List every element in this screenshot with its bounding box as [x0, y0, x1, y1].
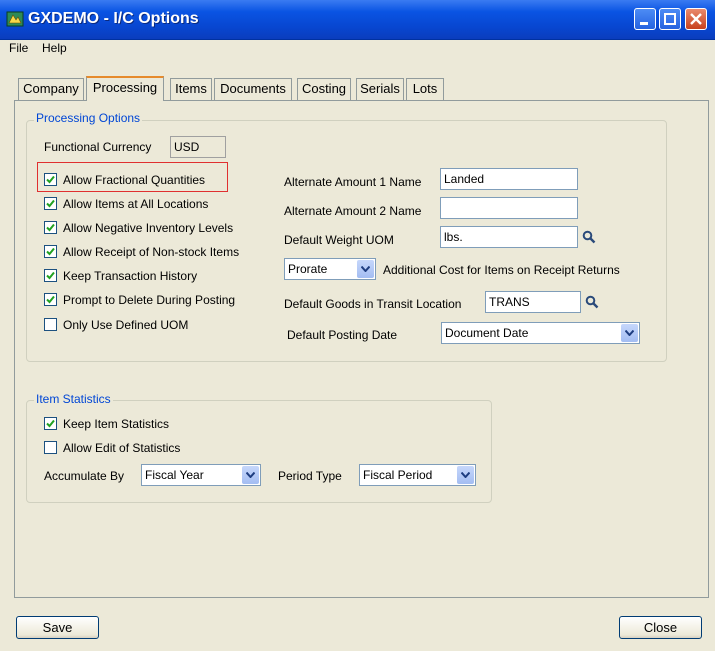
functional-currency-field: USD [170, 136, 226, 158]
additional-cost-select[interactable]: Prorate [284, 258, 376, 280]
prompt-delete-posting-checkbox[interactable] [44, 293, 57, 306]
dropdown-arrow-icon [242, 466, 259, 484]
period-type-label: Period Type [278, 469, 342, 483]
accumulate-by-select[interactable]: Fiscal Year [141, 464, 261, 486]
period-type-select[interactable]: Fiscal Period [359, 464, 476, 486]
allow-edit-statistics-checkbox[interactable] [44, 441, 57, 454]
allow-edit-statistics-label: Allow Edit of Statistics [63, 441, 181, 455]
close-window-button[interactable] [685, 8, 707, 30]
alt-amount-2-label: Alternate Amount 2 Name [284, 204, 422, 218]
dropdown-arrow-icon [357, 260, 374, 278]
only-use-defined-uom-checkbox[interactable] [44, 318, 57, 331]
window-title: GXDEMO - I/C Options [28, 10, 199, 27]
additional-cost-select-value: Prorate [288, 262, 328, 276]
minimize-icon [640, 22, 648, 25]
dropdown-arrow-icon [621, 324, 638, 342]
allow-items-all-locations-checkbox[interactable] [44, 197, 57, 210]
checkmark-icon [46, 271, 55, 280]
posting-date-select-value: Document Date [445, 326, 529, 340]
app-icon [6, 10, 24, 28]
functional-currency-label: Functional Currency [44, 140, 152, 154]
tab-serials[interactable]: Serials [356, 78, 404, 100]
accumulate-by-select-value: Fiscal Year [145, 468, 204, 482]
tab-company[interactable]: Company [18, 78, 84, 100]
alt-amount-1-input[interactable]: Landed [440, 168, 578, 190]
title-bar: GXDEMO - I/C Options [0, 0, 715, 40]
item-statistics-title: Item Statistics [34, 392, 113, 406]
close-button[interactable]: Close [619, 616, 702, 639]
goods-in-transit-input[interactable]: TRANS [485, 291, 581, 313]
checkmark-icon [46, 223, 55, 232]
keep-item-statistics-checkbox[interactable] [44, 417, 57, 430]
alt-amount-1-label: Alternate Amount 1 Name [284, 175, 422, 189]
allow-items-all-locations-label: Allow Items at All Locations [63, 197, 209, 211]
tab-items[interactable]: Items [170, 78, 212, 100]
period-type-select-value: Fiscal Period [363, 468, 433, 482]
tab-processing[interactable]: Processing [86, 76, 164, 101]
keep-transaction-history-checkbox[interactable] [44, 269, 57, 282]
save-button[interactable]: Save [16, 616, 99, 639]
allow-fractional-quantities-checkbox[interactable] [44, 173, 57, 186]
default-weight-uom-input[interactable]: lbs. [440, 226, 578, 248]
allow-negative-inventory-label: Allow Negative Inventory Levels [63, 221, 234, 235]
tab-documents[interactable]: Documents [214, 78, 292, 100]
accumulate-by-label: Accumulate By [44, 469, 125, 483]
prompt-delete-posting-label: Prompt to Delete During Posting [63, 293, 236, 307]
checkmark-icon [46, 175, 55, 184]
menu-bar: File Help [0, 40, 715, 58]
menu-file[interactable]: File [7, 41, 30, 55]
checkmark-icon [46, 419, 55, 428]
default-weight-uom-label: Default Weight UOM [284, 233, 394, 247]
maximize-button[interactable] [659, 8, 681, 30]
alt-amount-2-input[interactable] [440, 197, 578, 219]
tab-lots[interactable]: Lots [406, 78, 444, 100]
goods-in-transit-label: Default Goods in Transit Location [284, 297, 462, 311]
checkmark-icon [46, 199, 55, 208]
magnifier-icon[interactable] [582, 230, 596, 244]
additional-cost-label: Additional Cost for Items on Receipt Ret… [383, 263, 620, 277]
checkmark-icon [46, 295, 55, 304]
dropdown-arrow-icon [457, 466, 474, 484]
keep-item-statistics-label: Keep Item Statistics [63, 417, 170, 431]
minimize-button[interactable] [634, 8, 656, 30]
keep-transaction-history-label: Keep Transaction History [63, 269, 198, 283]
allow-receipt-nonstock-label: Allow Receipt of Non-stock Items [63, 245, 240, 259]
checkmark-icon [46, 247, 55, 256]
menu-help[interactable]: Help [40, 41, 69, 55]
magnifier-icon[interactable] [585, 295, 599, 309]
processing-options-title: Processing Options [34, 111, 143, 125]
posting-date-label: Default Posting Date [287, 328, 398, 342]
allow-negative-inventory-checkbox[interactable] [44, 221, 57, 234]
tab-costing[interactable]: Costing [297, 78, 351, 100]
allow-receipt-nonstock-checkbox[interactable] [44, 245, 57, 258]
allow-fractional-quantities-label: Allow Fractional Quantities [63, 173, 206, 187]
posting-date-select[interactable]: Document Date [441, 322, 640, 344]
only-use-defined-uom-label: Only Use Defined UOM [63, 318, 189, 332]
close-icon [690, 13, 702, 25]
maximize-icon [664, 13, 676, 25]
